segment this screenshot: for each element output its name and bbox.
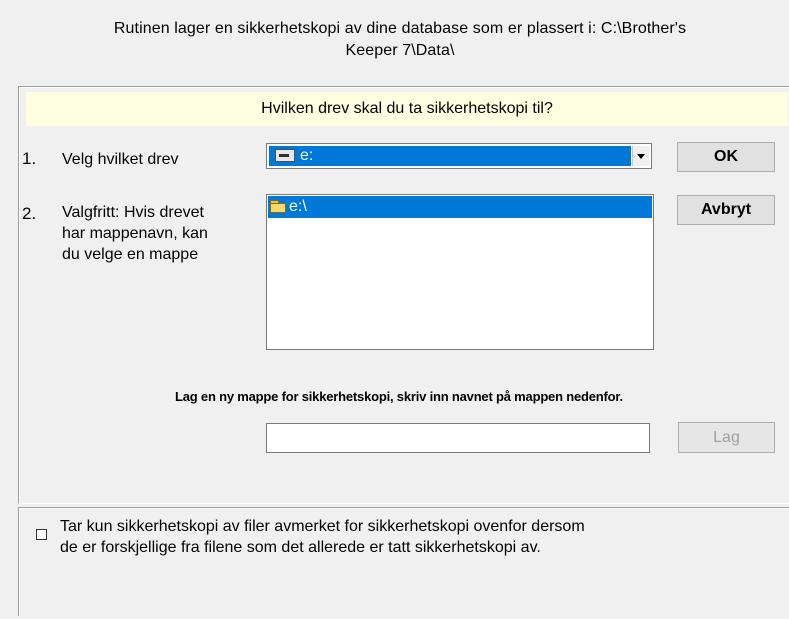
intro-line-2: Keeper 7\Data\ bbox=[345, 42, 455, 59]
changed-files-only-checkbox[interactable] bbox=[36, 529, 47, 540]
step-2-label: Valgfritt: Hvis drevet har mappenavn, ka… bbox=[62, 202, 262, 265]
intro-line-1: Rutinen lager en sikkerhetskopi av dine … bbox=[113, 20, 687, 37]
step-1-number: 1. bbox=[22, 149, 37, 168]
drive-select-value: e: bbox=[269, 146, 631, 166]
option-line-1: Tar kun sikkerhetskopi av filer avmerket… bbox=[60, 518, 585, 535]
drive-prompt: Hvilken drev skal du ta sikkerhetskopi t… bbox=[26, 92, 788, 126]
step-2-number: 2. bbox=[22, 204, 37, 223]
option-line-2: de er forskjellige fra filene som det al… bbox=[60, 539, 541, 556]
open-folder-icon bbox=[270, 200, 286, 213]
changed-files-only-label[interactable]: Tar kun sikkerhetskopi av filer avmerket… bbox=[60, 516, 780, 558]
cancel-button[interactable]: Avbryt bbox=[677, 195, 775, 225]
step-2-label-line-3: du velge en mappe bbox=[62, 246, 199, 263]
step-2-label-line-1: Valgfritt: Hvis drevet bbox=[62, 204, 204, 221]
folder-list[interactable]: e:\ bbox=[266, 194, 654, 350]
backup-dialog: Rutinen lager en sikkerhetskopi av dine … bbox=[0, 0, 789, 619]
intro-text: Rutinen lager en sikkerhetskopi av dine … bbox=[20, 18, 780, 62]
chevron-down-icon[interactable] bbox=[632, 146, 649, 166]
folder-list-item[interactable]: e:\ bbox=[268, 196, 652, 218]
drive-select-text: e: bbox=[300, 147, 314, 164]
new-folder-name-input[interactable] bbox=[266, 423, 650, 453]
step-2-label-line-2: har mappenavn, kan bbox=[62, 225, 208, 242]
drive-icon bbox=[275, 149, 295, 162]
folder-list-item-label: e:\ bbox=[289, 198, 307, 215]
new-folder-label: Lag en ny mappe for sikkerhetskopi, skri… bbox=[175, 389, 623, 404]
drive-select[interactable]: e: bbox=[266, 143, 652, 169]
create-folder-button[interactable]: Lag bbox=[678, 422, 775, 453]
step-1-label: Velg hvilket drev bbox=[62, 151, 179, 168]
ok-button[interactable]: OK bbox=[677, 142, 775, 172]
